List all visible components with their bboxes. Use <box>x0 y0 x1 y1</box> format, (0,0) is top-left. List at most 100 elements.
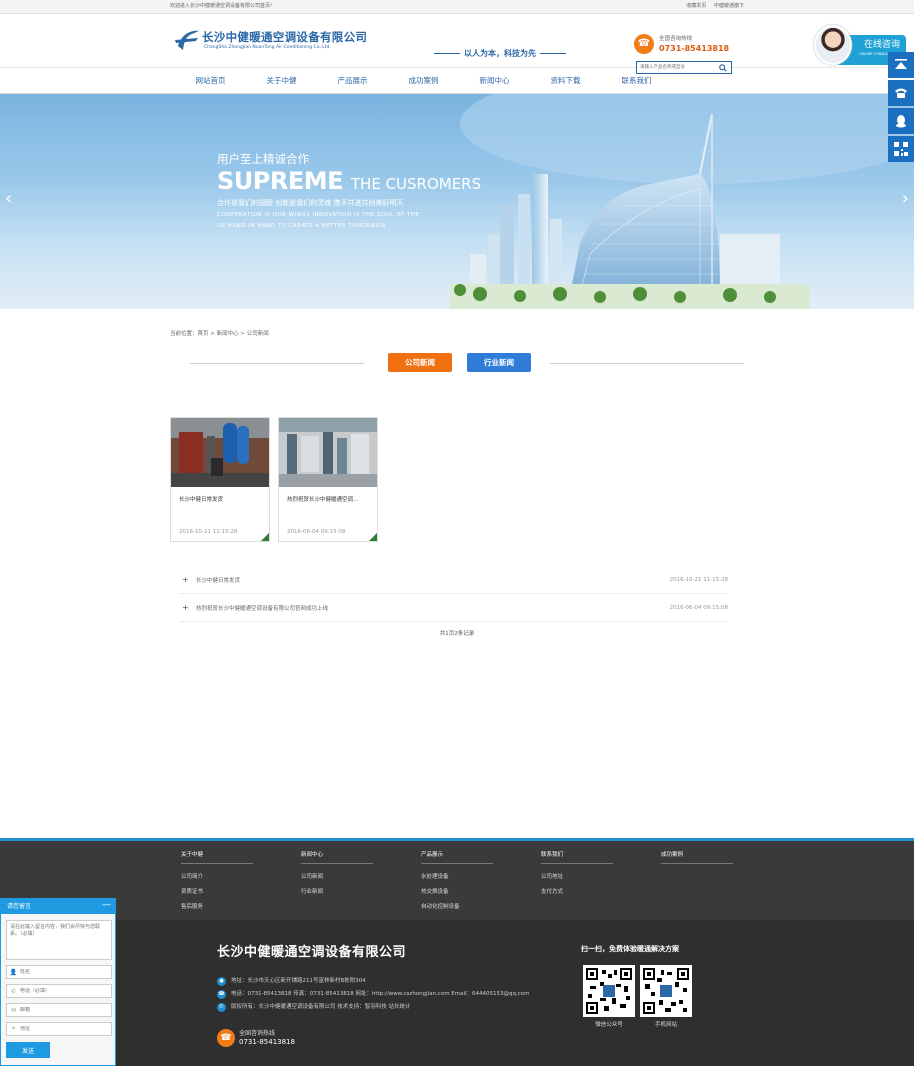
search-icon[interactable] <box>717 62 729 73</box>
name-field: 👤 <box>6 965 112 979</box>
name-input[interactable] <box>20 969 110 975</box>
news-card-image <box>171 418 269 487</box>
footer-heading: 关于中健 <box>181 851 253 864</box>
main-nav: 网站首页 关于中健 产品展示 成功案例 新闻中心 资料下载 联系我们 <box>0 68 914 94</box>
side-toolbar <box>888 52 914 164</box>
nav-cases[interactable]: 成功案例 <box>388 68 459 93</box>
news-tabs: 公司新闻 行业新闻 <box>170 343 744 379</box>
top-bar: 欢迎进入长沙中健暖通空调设备有限公司首页! 收藏本页 中健暖通旗下 <box>0 0 914 14</box>
news-card-date: 2016-06-04 09:15:08 <box>287 529 346 535</box>
footer-hotline-number: 0731-85413818 <box>239 1038 295 1046</box>
mail-icon: ✉ <box>10 1006 17 1014</box>
list-item[interactable]: + 长沙中健日常发货 2016-10-21 11:15:28 <box>180 566 728 594</box>
tab-company-news[interactable]: 公司新闻 <box>388 353 452 372</box>
footer-link[interactable]: 支付方式 <box>541 885 661 900</box>
search-box <box>636 61 732 74</box>
news-list-date: 2016-10-21 11:15:28 <box>669 576 728 583</box>
news-card-date: 2016-10-21 11:15:28 <box>179 529 238 535</box>
footer-links: 关于中健 公司简介 资质证书 售后服务 新闻中心 公司新闻 行业新闻 产品展示 … <box>181 851 781 915</box>
news-card-image <box>279 418 377 487</box>
footer-link[interactable]: 热交换设备 <box>421 885 541 900</box>
footer-copyright: 版权所有：长沙中健暖通空调设备有限公司 技术支持：智羽科技 站长统计 <box>231 1004 411 1010</box>
phone-icon: ☎ <box>217 990 226 999</box>
nav-products[interactable]: 产品展示 <box>317 68 388 93</box>
send-button[interactable]: 发送 <box>6 1042 50 1058</box>
nav-news[interactable]: 新闻中心 <box>459 68 530 93</box>
logo[interactable]: 长沙中健暖通空调设备有限公司 ChangSha ZhongJian NuanTo… <box>172 26 367 56</box>
brand-link[interactable]: 中健暖通旗下 <box>714 3 744 9</box>
list-item[interactable]: + 热烈祝贺长沙中健暖通空调设备有限公司官网成功上线 2016-06-04 09… <box>180 594 728 622</box>
phone-input[interactable] <box>20 988 110 994</box>
message-widget-header[interactable]: 请您留言 — <box>1 899 115 914</box>
banner-next-arrow-icon[interactable]: › <box>902 190 909 208</box>
footer-link[interactable]: 公司新闻 <box>301 870 421 885</box>
breadcrumb: 当前位置：首页 > 新闻中心 > 公司新闻 <box>170 331 269 337</box>
banner-text: 用户至上精诚合作 SUPREME THE CUSROMERS 合作是我们的翅膀 … <box>217 152 481 231</box>
footer-link[interactable]: 水处理设备 <box>421 870 541 885</box>
footer-heading: 产品展示 <box>421 851 493 864</box>
wechat-qrcode-caption: 微信公众号 <box>595 1022 623 1028</box>
footer-link[interactable]: 行业新闻 <box>301 885 421 900</box>
nav-home[interactable]: 网站首页 <box>175 68 246 93</box>
news-list-title[interactable]: 热烈祝贺长沙中健暖通空调设备有限公司官网成功上线 <box>196 604 670 612</box>
hotline-number: 0731-85413818 <box>659 44 730 53</box>
user-icon: 👤 <box>9 968 18 976</box>
nav-downloads[interactable]: 资料下载 <box>530 68 601 93</box>
news-card[interactable]: 热烈祝贺长沙中健暖通空调... 2016-06-04 09:15:08 <box>278 417 378 542</box>
company-name-en: ChangSha ZhongJian NuanTong Air Conditio… <box>204 45 331 50</box>
back-to-top-icon[interactable] <box>888 52 914 78</box>
news-card[interactable]: 长沙中健日常发货 2016-10-21 11:15:28 <box>170 417 270 542</box>
footer-heading: 成功案例 <box>661 851 733 864</box>
email-input[interactable] <box>20 1007 110 1013</box>
qq-icon[interactable] <box>888 108 914 134</box>
footer-contact: ● 地址：长沙市天心区新开铺路211号富林新村B栋附304 ☎ 电话：0731-85… <box>217 975 530 1014</box>
banner-line-1: 用户至上精诚合作 <box>217 152 309 166</box>
banner-line-5: US HAND IN HAND TO CREATE A BETTER TOMOR… <box>217 223 387 229</box>
banner-line-3: 合作是我们的翅膀 创新是我们的灵魂 携手并进共创美好明天 <box>217 199 404 207</box>
mobile-site-qrcode-image <box>640 965 692 1017</box>
header-hotline: ☎ 全国咨询热线 0731-85413818 <box>634 34 729 54</box>
footer-hotline: ☎ 全国咨询热线 0731-85413818 <box>217 1029 295 1047</box>
message-content-input[interactable] <box>6 920 112 960</box>
news-card-title: 热烈祝贺长沙中健暖通空调... <box>287 497 359 503</box>
footer-link[interactable]: 公司地址 <box>541 870 661 885</box>
news-list-title[interactable]: 长沙中健日常发货 <box>196 576 670 584</box>
banner-line-4: COOPERATION IS OUR WINGS INNOVATION IS T… <box>217 212 420 218</box>
news-list: + 长沙中健日常发货 2016-10-21 11:15:28 + 热烈祝贺长沙中… <box>180 566 728 622</box>
welcome-text: 欢迎进入长沙中健暖通空调设备有限公司首页! <box>170 3 273 9</box>
phone-field: ✆ <box>6 984 112 998</box>
location-icon: ⌖ <box>11 1025 16 1032</box>
mobile-qrcode-caption: 手机网站 <box>654 1022 677 1028</box>
search-input[interactable] <box>637 62 717 73</box>
footer-heading: 新闻中心 <box>301 851 373 864</box>
footer-link[interactable]: 公司简介 <box>181 870 301 885</box>
message-widget-title: 请您留言 <box>7 903 32 910</box>
news-list-date: 2016-06-04 09:15:08 <box>669 604 728 611</box>
address-input[interactable] <box>20 1026 110 1032</box>
qrcode-icon[interactable] <box>888 136 914 162</box>
news-section: 当前位置：首页 > 新闻中心 > 公司新闻 公司新闻 行业新闻 长沙中健日常发货… <box>170 309 744 637</box>
plus-icon: + <box>182 575 189 584</box>
plus-icon: + <box>182 603 189 612</box>
wechat-qrcode-image <box>583 965 635 1017</box>
tab-industry-news[interactable]: 行业新闻 <box>467 353 531 372</box>
email-field: ✉ <box>6 1003 112 1017</box>
phone-icon[interactable] <box>888 80 914 106</box>
location-icon: ● <box>217 977 226 986</box>
nav-about[interactable]: 关于中健 <box>246 68 317 93</box>
footer-link[interactable]: 售后服务 <box>181 900 301 915</box>
footer-phone: 电话：0731-85413818 传真：0731-85413818 网址：htt… <box>231 991 530 997</box>
footer: 关于中健 公司简介 资质证书 售后服务 新闻中心 公司新闻 行业新闻 产品展示 … <box>0 838 914 1066</box>
banner-headline: SUPREME THE CUSROMERS <box>217 167 482 195</box>
footer-company-name: 长沙中健暖通空调设备有限公司 <box>217 945 407 960</box>
bookmark-link[interactable]: 收藏本页 <box>686 3 706 9</box>
footer-link[interactable]: 自动化控制设备 <box>421 900 541 915</box>
footer-link[interactable]: 资质证书 <box>181 885 301 900</box>
hotline-label: 全国咨询热线 <box>659 36 693 42</box>
hotline-phone-icon: ☎ <box>217 1029 235 1047</box>
company-name: 长沙中健暖通空调设备有限公司 <box>202 30 368 44</box>
banner-prev-arrow-icon[interactable]: ‹ <box>5 190 12 208</box>
minimize-icon[interactable]: — <box>102 899 111 912</box>
footer-address: 地址：长沙市天心区新开铺路211号富林新村B栋附304 <box>231 978 366 984</box>
pagination: 共1页2条记录 <box>439 631 475 637</box>
